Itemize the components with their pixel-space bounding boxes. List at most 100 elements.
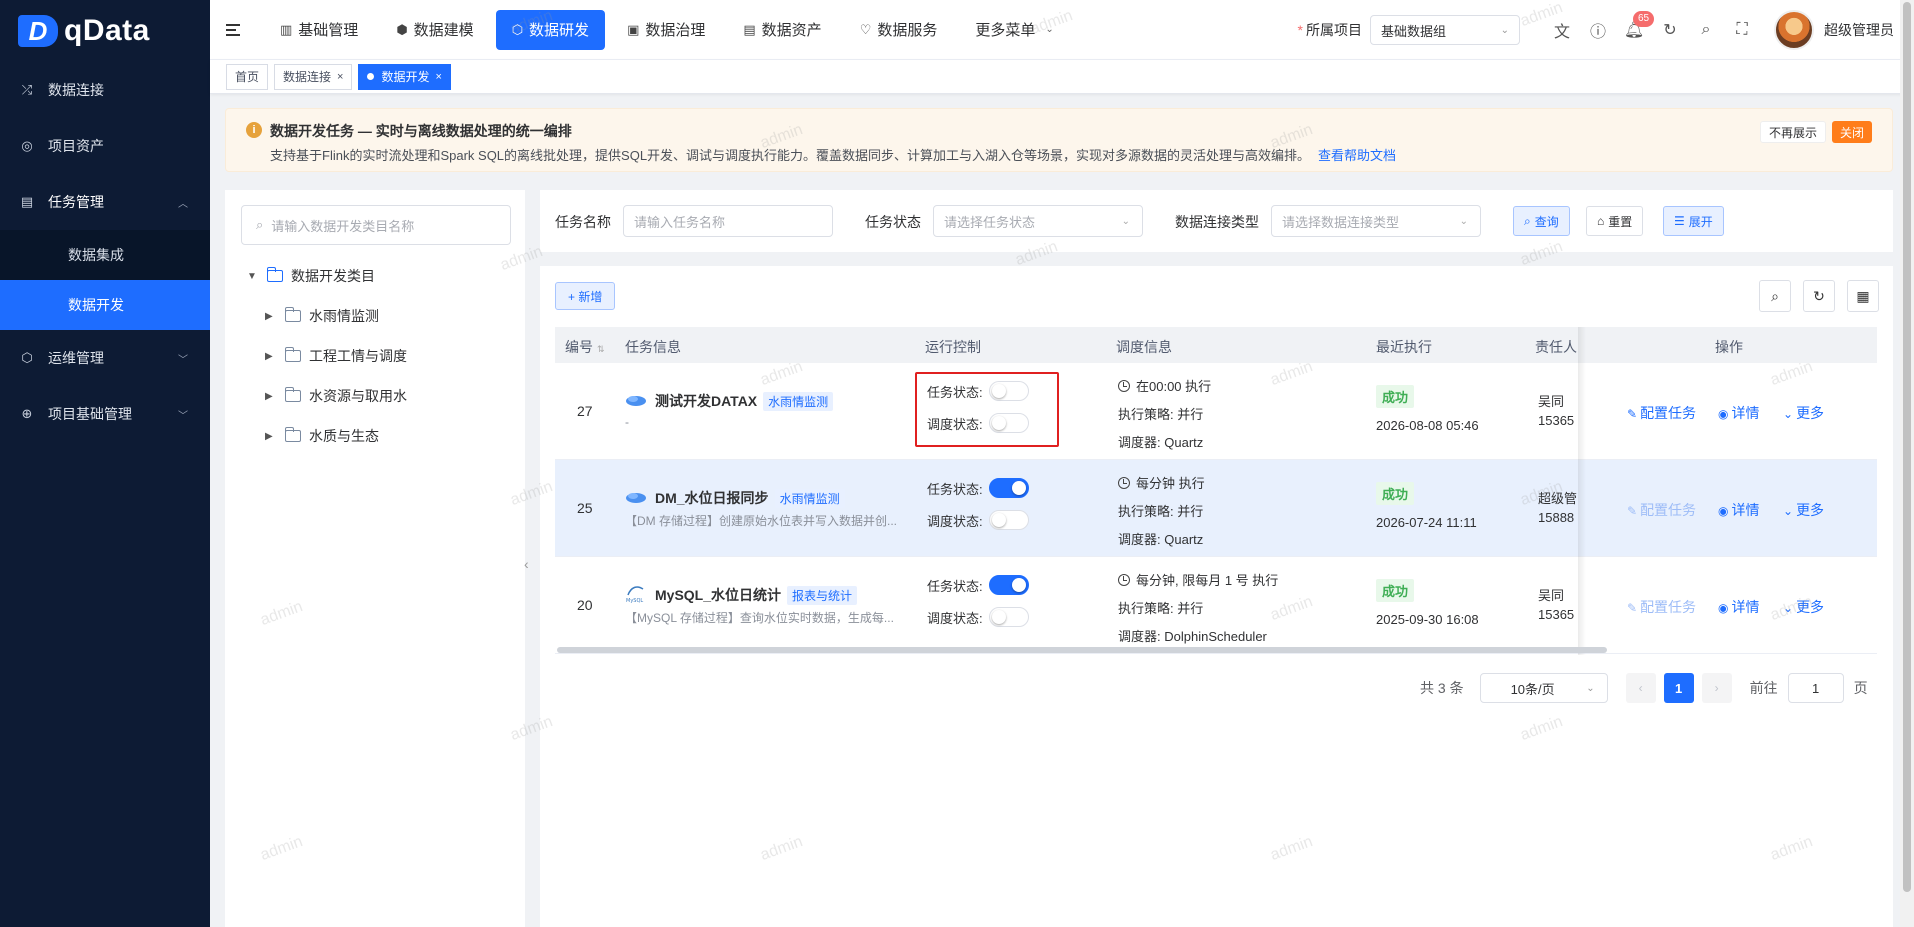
task-name-input[interactable]: 请输入任务名称 [623,205,833,237]
sidebar-item-project-assets[interactable]: ◎ 项目资产 [0,118,210,174]
sidebar-item-data-development[interactable]: 数据开发 [0,280,210,330]
columns-grid-icon[interactable]: ▦ [1847,280,1879,312]
govern-icon: ▣ [627,21,640,37]
avatar[interactable] [1774,10,1814,50]
config-task-button[interactable]: ✎ 配置任务 [1627,500,1696,520]
clock-icon [1118,477,1130,489]
sidebar-item-data-integration[interactable]: 数据集成 [0,230,210,280]
task-name[interactable]: MySQL_水位日统计 报表与统计 [655,585,858,605]
reset-button[interactable]: ⌂ 重置 [1586,206,1644,236]
translate-icon[interactable]: 文 [1552,20,1572,41]
edit-icon: ✎ [1627,601,1638,615]
nav-data-service[interactable]: ♡ 数据服务 [844,10,954,50]
tab-data-development[interactable]: 数据开发 × [358,63,451,90]
nav-data-modeling[interactable]: ⬢ 数据建模 [380,10,489,50]
close-icon[interactable]: × [435,71,441,83]
expand-button[interactable]: ☰ 展开 [1663,206,1724,236]
search-icon[interactable]: ⌕ [1696,20,1716,40]
column-header-id[interactable]: 编号 ⇅ [565,337,605,357]
success-tag: 成功 [1376,482,1415,505]
dont-show-again-button[interactable]: 不再展示 [1759,121,1826,143]
caret-down-icon[interactable]: ▼ [247,271,259,282]
tree-node[interactable]: ▶ 水质与生态 [265,426,379,446]
vertical-scrollbar[interactable] [1900,0,1914,927]
detail-button[interactable]: ◉ 详情 [1718,403,1759,423]
sort-icon[interactable]: ⇅ [597,344,605,354]
search-toggle-icon[interactable]: ⌕ [1759,280,1791,312]
menu-collapse-icon[interactable] [226,20,246,40]
task-name[interactable]: 测试开发DATAX 水雨情监测 [655,391,834,411]
task-id: 25 [577,500,593,516]
help-doc-link[interactable]: 查看帮助文档 [1318,148,1396,163]
task-status-switch[interactable] [988,575,1029,595]
collapse-panel-icon[interactable]: ‹ [524,556,529,572]
scheduler-text: 调度器: Quartz [1118,532,1204,547]
logo[interactable]: D qData [0,0,210,62]
config-task-button[interactable]: ✎ 配置任务 [1627,597,1696,617]
caret-right-icon[interactable]: ▶ [265,391,277,402]
next-page-button[interactable]: › [1701,673,1732,703]
fullscreen-icon[interactable]: ⛶ [1732,20,1752,40]
tree-node[interactable]: ▶ 水雨情监测 [265,306,379,326]
close-alert-button[interactable]: 关闭 [1831,121,1872,143]
add-button[interactable]: + 新增 [555,282,616,310]
more-button[interactable]: ⌄ 更多 [1783,500,1824,520]
page-size-select[interactable]: 10条/页 ⌄ [1479,673,1608,703]
tab-data-connection[interactable]: 数据连接 × [274,63,353,90]
tree-node[interactable]: ▶ 水资源与取用水 [265,386,407,406]
task-name[interactable]: DM_水位日报同步 水雨情监测 [655,488,845,508]
task-description: - [625,415,629,429]
tree-node-root[interactable]: ▼ 数据开发类目 [247,266,375,286]
tab-label: 数据连接 [283,70,332,84]
caret-right-icon[interactable]: ▶ [265,431,277,442]
more-button[interactable]: ⌄ 更多 [1783,403,1824,423]
caret-right-icon[interactable]: ▶ [265,351,277,362]
category-tag: 水雨情监测 [774,489,845,508]
user-name[interactable]: 超级管理员 [1824,20,1894,40]
refresh-icon[interactable]: ↻ [1660,20,1680,40]
sidebar-item-project-base[interactable]: ⊕ 项目基础管理 ﹀ [0,386,210,442]
refresh-icon[interactable]: ↻ [1803,280,1835,312]
task-status-select[interactable]: 请选择任务状态 ⌄ [933,205,1143,237]
reset-icon: ⌂ [1597,214,1605,228]
sched-status-switch[interactable] [988,510,1029,530]
cron-text: 在00:00 执行 [1118,373,1211,401]
bell-icon[interactable]: 🔔︎ 65 [1624,11,1655,40]
placeholder: 请选择数据连接类型 [1282,214,1400,230]
detail-button[interactable]: ◉ 详情 [1718,500,1759,520]
category-search-input[interactable]: ⌕ 请输入数据开发类目名称 [241,205,511,245]
sidebar-item-data-connection[interactable]: ⤮ 数据连接 [0,62,210,118]
goto-page-input[interactable]: 1 [1787,673,1844,703]
detail-button[interactable]: ◉ 详情 [1718,597,1759,617]
tab-home[interactable]: 首页 [226,63,269,90]
close-icon[interactable]: × [337,71,343,83]
sidebar-item-task-management[interactable]: ▤ 任务管理 ︿ [0,174,210,230]
nav-label: 数据治理 [645,22,706,39]
caret-right-icon[interactable]: ▶ [265,311,277,322]
sidebar-item-ops-management[interactable]: ⬡ 运维管理 ﹀ [0,330,210,386]
config-task-button[interactable]: ✎ 配置任务 [1627,403,1696,423]
query-button[interactable]: ⌕ 查询 [1513,206,1570,236]
nav-data-governance[interactable]: ▣ 数据治理 [611,10,721,50]
nav-data-development[interactable]: ⬡ 数据研发 [495,9,606,50]
task-id: 27 [577,403,593,419]
folder-open-icon [266,267,283,282]
nav-basic-management[interactable]: ▥ 基础管理 [264,10,374,50]
tree-node[interactable]: ▶ 工程工情与调度 [265,346,407,366]
scrollbar-thumb[interactable] [1903,2,1911,892]
nav-data-assets[interactable]: ▤ 数据资产 [727,10,837,50]
help-icon[interactable]: ⓘ [1588,20,1608,41]
project-select[interactable]: 基础数据组 ⌄ [1370,15,1520,45]
sidebar-item-label: 数据连接 [48,82,104,98]
prev-page-button[interactable]: ‹ [1625,673,1656,703]
nav-label: 数据资产 [761,22,822,39]
horizontal-scrollbar[interactable] [557,647,1607,653]
conn-type-select[interactable]: 请选择数据连接类型 ⌄ [1271,205,1481,237]
page-number-current[interactable]: 1 [1663,673,1694,703]
sched-status-switch[interactable] [988,607,1029,627]
shuffle-icon: ⤮ [21,82,33,97]
category-tag: 水雨情监测 [763,392,834,411]
nav-more-menu[interactable]: 更多菜单 ⌄ [959,10,1069,50]
more-button[interactable]: ⌄ 更多 [1783,597,1824,617]
task-status-switch[interactable] [988,478,1029,498]
